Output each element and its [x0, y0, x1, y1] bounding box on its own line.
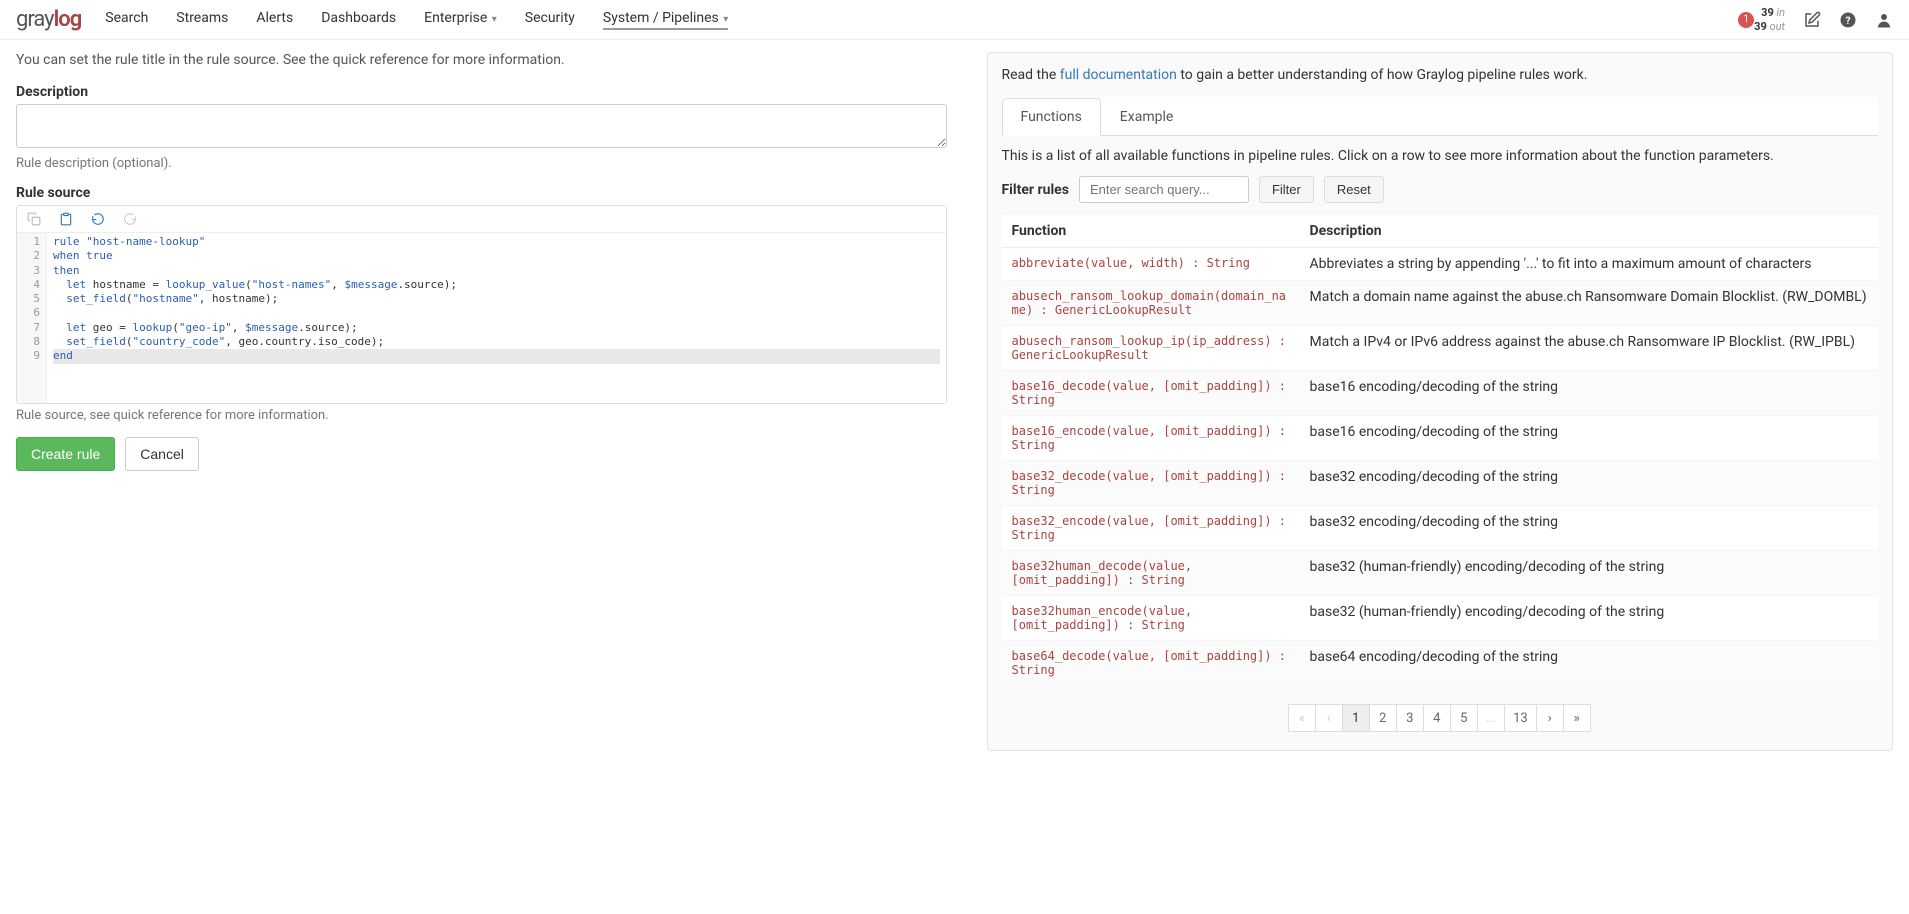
function-description: base16 encoding/decoding of the string	[1300, 416, 1879, 461]
tab-functions[interactable]: Functions	[1002, 98, 1101, 136]
page-first: «	[1288, 704, 1316, 732]
function-description: base64 encoding/decoding of the string	[1300, 641, 1879, 686]
nav-item-streams[interactable]: Streams	[176, 10, 228, 30]
tab-example[interactable]: Example	[1101, 98, 1192, 136]
function-signature: base32_decode(value, [omit_padding]) : S…	[1002, 461, 1300, 506]
edit-icon[interactable]	[1803, 11, 1821, 29]
function-description: base32 (human-friendly) encoding/decodin…	[1300, 596, 1879, 641]
title-hint: You can set the rule title in the rule s…	[16, 52, 947, 68]
nav-item-system-pipelines[interactable]: System / Pipelines ▾	[603, 10, 728, 30]
main-content: You can set the rule title in the rule s…	[0, 40, 1909, 763]
editor-body[interactable]: 123456789 rule "host-name-lookup"when tr…	[17, 233, 946, 403]
page-13[interactable]: 13	[1504, 704, 1537, 732]
functions-intro: This is a list of all available function…	[1002, 148, 1879, 164]
function-signature: base32_encode(value, [omit_padding]) : S…	[1002, 506, 1300, 551]
function-row[interactable]: base16_decode(value, [omit_padding]) : S…	[1002, 371, 1879, 416]
reset-button[interactable]: Reset	[1324, 176, 1384, 203]
paste-icon[interactable]	[59, 212, 73, 226]
function-description: base32 encoding/decoding of the string	[1300, 506, 1879, 551]
full-documentation-link[interactable]: full documentation	[1060, 67, 1177, 83]
logo[interactable]: graylog	[16, 7, 81, 32]
function-signature: base16_decode(value, [omit_padding]) : S…	[1002, 371, 1300, 416]
reference-column: Read the full documentation to gain a be…	[987, 52, 1894, 751]
function-row[interactable]: base32human_decode(value, [omit_padding]…	[1002, 551, 1879, 596]
nav-items: Search Streams Alerts Dashboards Enterprise …	[105, 10, 1730, 30]
function-description: base16 encoding/decoding of the string	[1300, 371, 1879, 416]
filter-row: Filter rules Filter Reset	[1002, 176, 1879, 203]
redo-icon[interactable]	[123, 212, 137, 226]
function-signature: base64_decode(value, [omit_padding]) : S…	[1002, 641, 1300, 686]
create-rule-button[interactable]: Create rule	[16, 437, 115, 471]
description-input[interactable]	[16, 104, 947, 148]
filter-button[interactable]: Filter	[1259, 176, 1314, 203]
code-editor: 123456789 rule "host-name-lookup"when tr…	[16, 205, 947, 404]
throughput-counter: 39 in 39 out	[1754, 6, 1785, 32]
function-row[interactable]: abusech_ransom_lookup_domain(domain_name…	[1002, 281, 1879, 326]
page-3[interactable]: 3	[1396, 704, 1424, 732]
function-signature: abbreviate(value, width) : String	[1002, 248, 1300, 281]
editor-toolbar	[17, 206, 946, 233]
function-signature: base32human_encode(value, [omit_padding]…	[1002, 596, 1300, 641]
rule-form-column: You can set the rule title in the rule s…	[16, 52, 955, 751]
description-label: Description	[16, 84, 947, 100]
copy-icon[interactable]	[27, 212, 41, 226]
function-signature: base16_encode(value, [omit_padding]) : S…	[1002, 416, 1300, 461]
function-description: Match a IPv4 or IPv6 address against the…	[1300, 326, 1879, 371]
nav-item-search[interactable]: Search	[105, 10, 148, 30]
help-icon[interactable]: ?	[1839, 11, 1857, 29]
function-signature: abusech_ransom_lookup_ip(ip_address) : G…	[1002, 326, 1300, 371]
svg-text:?: ?	[1845, 13, 1850, 26]
notification-badge[interactable]: 1	[1738, 12, 1754, 28]
rule-source-label: Rule source	[16, 185, 947, 201]
page-5[interactable]: 5	[1450, 704, 1478, 732]
filter-label: Filter rules	[1002, 182, 1069, 198]
function-row[interactable]: base32_encode(value, [omit_padding]) : S…	[1002, 506, 1879, 551]
nav-item-dashboards[interactable]: Dashboards	[321, 10, 396, 30]
chevron-down-icon: ▾	[721, 14, 729, 25]
function-row[interactable]: abbreviate(value, width) : StringAbbrevi…	[1002, 248, 1879, 281]
filter-input[interactable]	[1079, 176, 1249, 203]
nav-right: 39 in 39 out ?	[1754, 6, 1893, 32]
function-signature: abusech_ransom_lookup_domain(domain_name…	[1002, 281, 1300, 326]
page-1[interactable]: 1	[1342, 704, 1370, 732]
user-icon[interactable]	[1875, 11, 1893, 29]
page-2[interactable]: 2	[1369, 704, 1397, 732]
cancel-button[interactable]: Cancel	[125, 437, 199, 471]
function-description: base32 (human-friendly) encoding/decodin…	[1300, 551, 1879, 596]
code-area[interactable]: rule "host-name-lookup"when truethen let…	[47, 233, 946, 403]
page-last[interactable]: »	[1563, 704, 1591, 732]
reference-panel: Read the full documentation to gain a be…	[987, 52, 1894, 751]
nav-item-security[interactable]: Security	[525, 10, 575, 30]
function-row[interactable]: base64_decode(value, [omit_padding]) : S…	[1002, 641, 1879, 686]
line-gutter: 123456789	[17, 233, 47, 403]
function-row[interactable]: abusech_ransom_lookup_ip(ip_address) : G…	[1002, 326, 1879, 371]
pagination: «‹12345...13›»	[1002, 704, 1879, 732]
chevron-down-icon: ▾	[489, 14, 497, 25]
undo-icon[interactable]	[91, 212, 105, 226]
page-4[interactable]: 4	[1423, 704, 1451, 732]
col-function: Function	[1002, 215, 1300, 248]
nav-item-enterprise[interactable]: Enterprise ▾	[424, 10, 497, 30]
page-prev: ‹	[1315, 704, 1343, 732]
functions-table: Function Description abbreviate(value, w…	[1002, 215, 1879, 686]
function-description: base32 encoding/decoding of the string	[1300, 461, 1879, 506]
rule-source-helper: Rule source, see quick reference for mor…	[16, 408, 947, 423]
function-signature: base32human_decode(value, [omit_padding]…	[1002, 551, 1300, 596]
function-description: Abbreviates a string by appending '...' …	[1300, 248, 1879, 281]
page-next[interactable]: ›	[1536, 704, 1564, 732]
page-...: ...	[1477, 704, 1505, 732]
col-description: Description	[1300, 215, 1879, 248]
reference-tabs: Functions Example	[1002, 97, 1879, 136]
description-helper: Rule description (optional).	[16, 156, 947, 171]
doc-line: Read the full documentation to gain a be…	[1002, 67, 1879, 83]
nav-item-alerts[interactable]: Alerts	[256, 10, 293, 30]
function-row[interactable]: base32human_encode(value, [omit_padding]…	[1002, 596, 1879, 641]
function-description: Match a domain name against the abuse.ch…	[1300, 281, 1879, 326]
form-buttons: Create rule Cancel	[16, 437, 947, 471]
navbar: graylog Search Streams Alerts Dashboards Ent…	[0, 0, 1909, 40]
function-row[interactable]: base32_decode(value, [omit_padding]) : S…	[1002, 461, 1879, 506]
function-row[interactable]: base16_encode(value, [omit_padding]) : S…	[1002, 416, 1879, 461]
